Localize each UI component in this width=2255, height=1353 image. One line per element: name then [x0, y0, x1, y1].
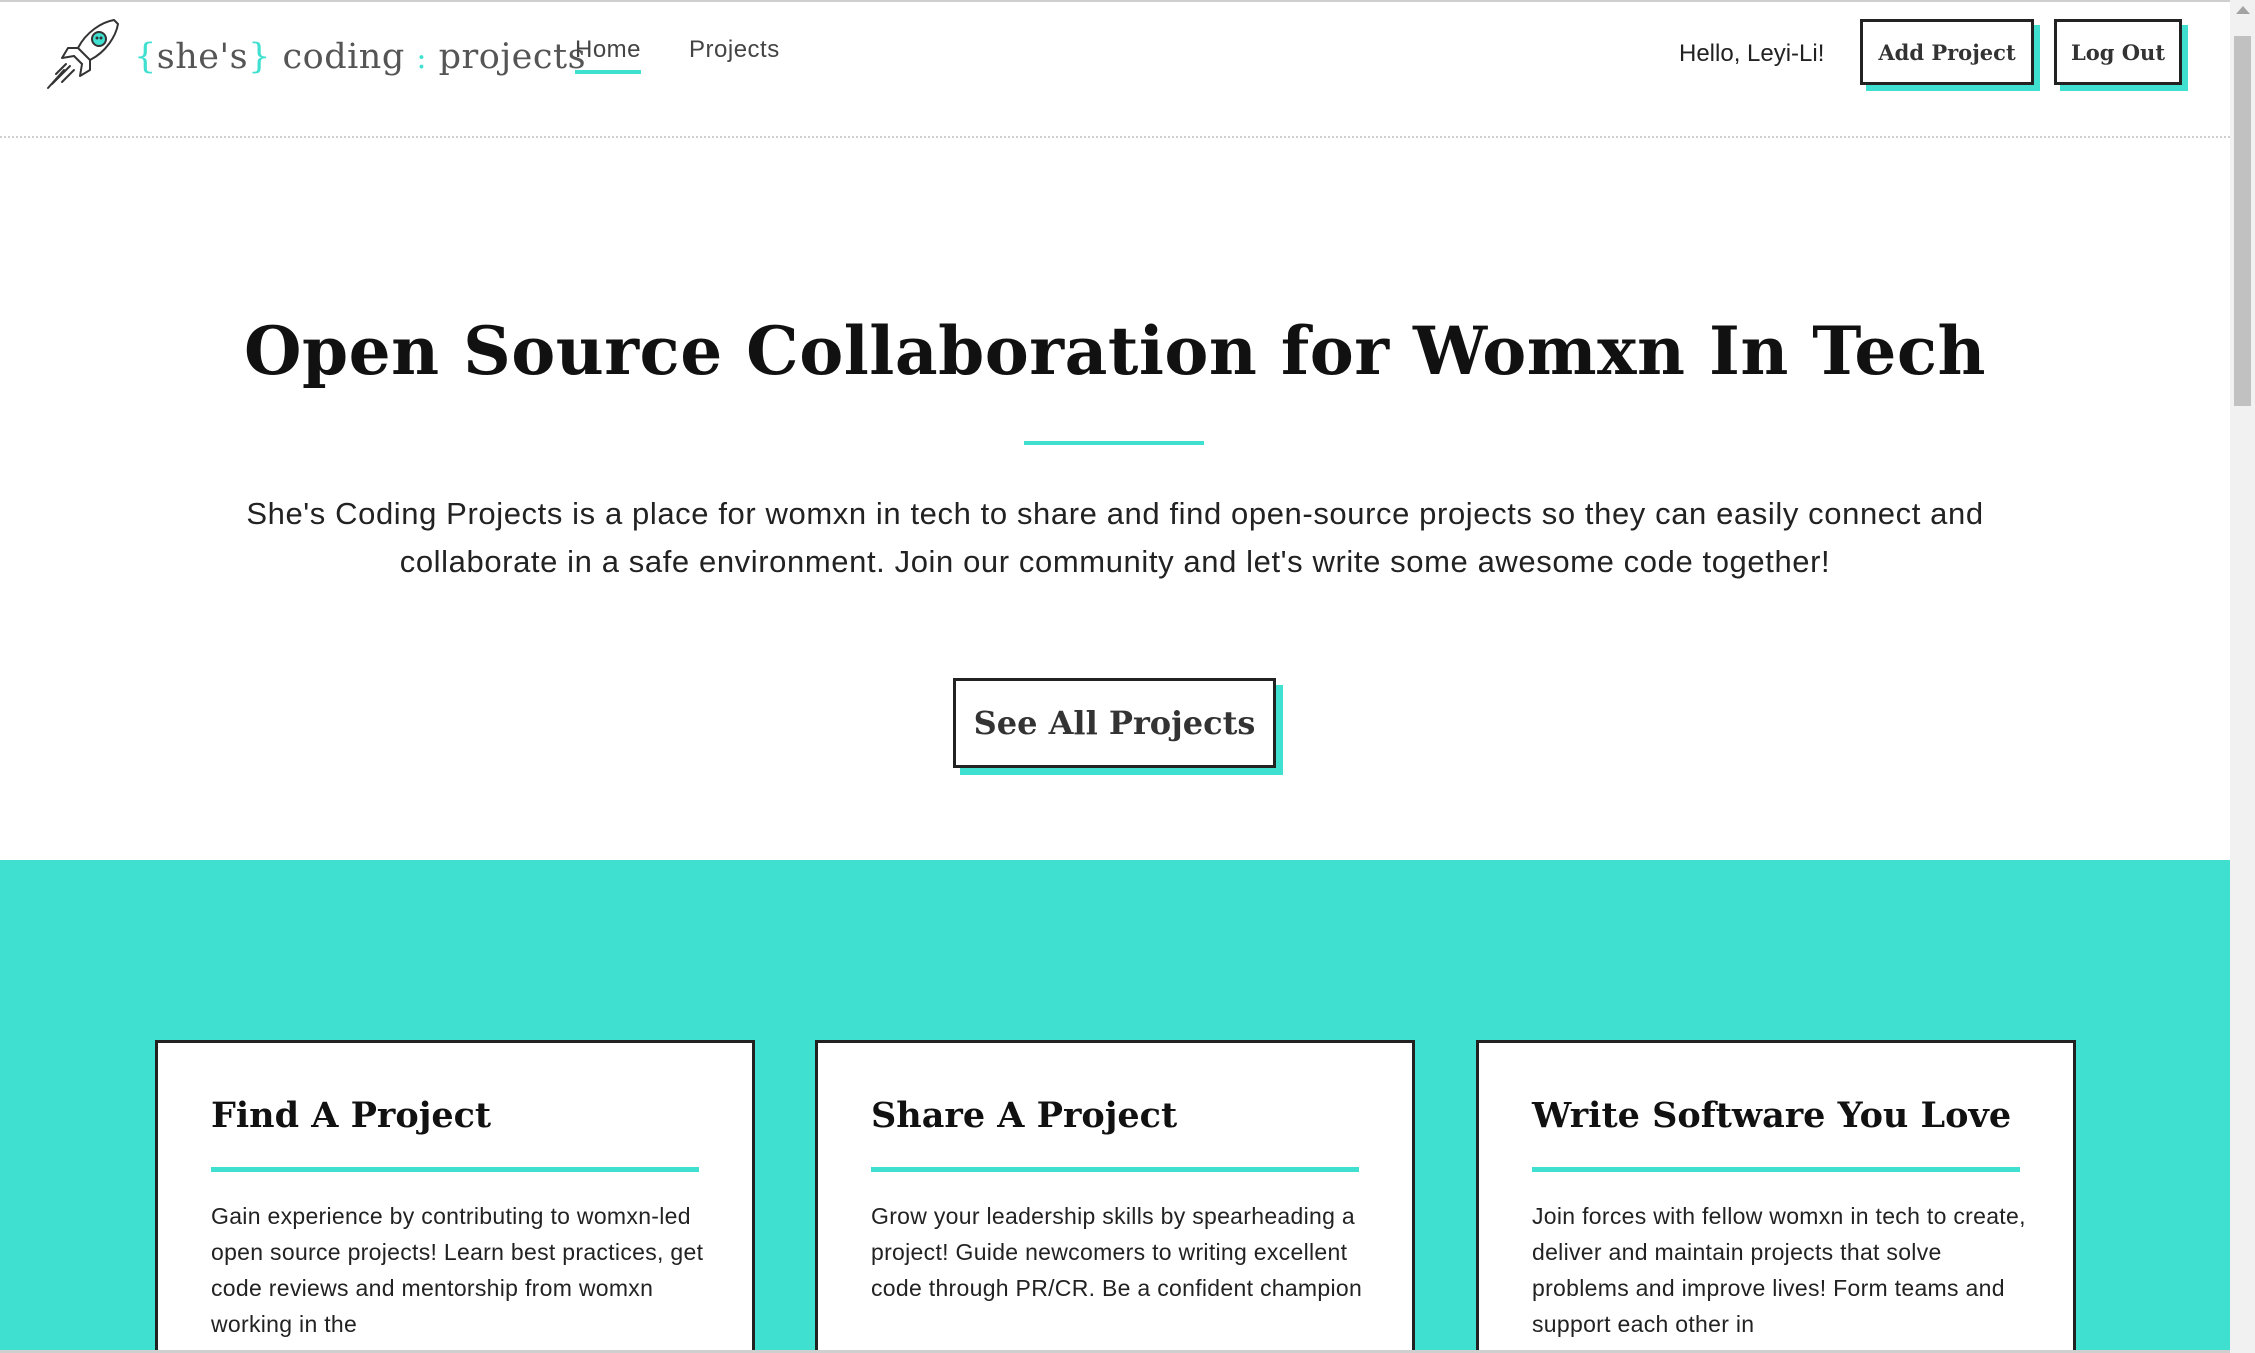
feature-card-write: Write Software You Love Join forces with… — [1476, 1040, 2076, 1353]
add-project-button[interactable]: Add Project — [1860, 19, 2034, 85]
brand-open-brace: { — [134, 37, 157, 77]
log-out-button[interactable]: Log Out — [2054, 19, 2182, 85]
card-title: Share A Project — [871, 1095, 1178, 1136]
brand-projects: projects — [438, 37, 587, 77]
card-divider — [871, 1167, 1359, 1172]
feature-card-find: Find A Project Gain experience by contri… — [155, 1040, 755, 1353]
scrollbar-thumb[interactable] — [2234, 36, 2251, 406]
see-all-projects-button[interactable]: See All Projects — [953, 678, 1276, 768]
hero-title: Open Source Collaboration for Womxn In T… — [243, 312, 1986, 390]
brand-coding: coding — [282, 37, 405, 77]
brand-close-brace: } — [248, 37, 271, 77]
card-divider — [1532, 1167, 2020, 1172]
hero-divider — [1024, 441, 1204, 445]
feature-card-share: Share A Project Grow your leadership ski… — [815, 1040, 1415, 1353]
rocket-logo-icon — [44, 14, 124, 96]
brand-colon: : — [416, 41, 427, 76]
nav-home-link[interactable]: Home — [575, 36, 642, 74]
logo-link[interactable]: {she's} coding : projects — [44, 14, 586, 96]
card-divider — [211, 1167, 699, 1172]
brand-wordmark: {she's} coding : projects — [134, 37, 586, 77]
site-header: {she's} coding : projects Home Projects … — [0, 2, 2230, 138]
card-title: Write Software You Love — [1532, 1095, 2012, 1136]
page: {she's} coding : projects Home Projects … — [0, 0, 2255, 1353]
scroll-up-arrow-icon[interactable] — [2236, 6, 2250, 14]
hero-description: She's Coding Projects is a place for wom… — [246, 496, 1984, 579]
card-body: Grow your leadership skills by spearhead… — [871, 1203, 1363, 1301]
card-title: Find A Project — [211, 1095, 492, 1136]
nav-projects-link[interactable]: Projects — [689, 36, 780, 74]
card-body: Join forces with fellow womxn in tech to… — [1532, 1203, 2026, 1337]
card-body: Gain experience by contributing to womxn… — [211, 1203, 704, 1337]
main-nav: Home Projects — [575, 36, 780, 74]
user-greeting: Hello, Leyi-Li! — [1679, 40, 1825, 67]
brand-shes: she's — [156, 37, 249, 77]
